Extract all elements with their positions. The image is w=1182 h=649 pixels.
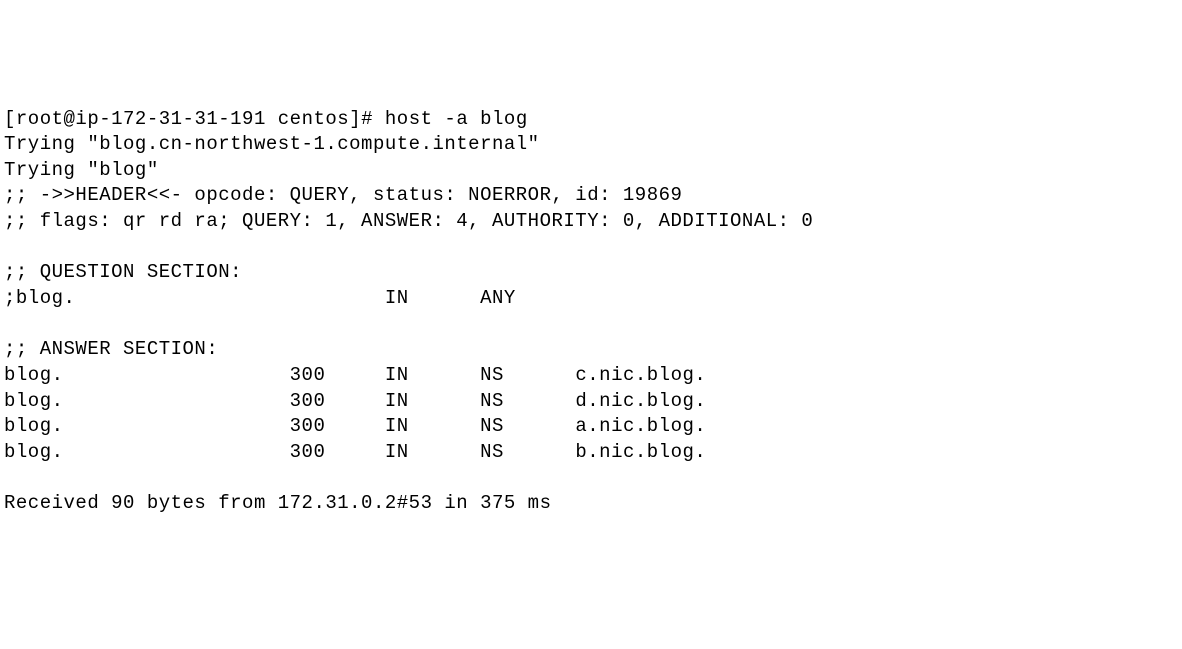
answer-section-header: ;; ANSWER SECTION: [4, 337, 1178, 363]
output-line-trying1: Trying "blog.cn-northwest-1.compute.inte… [4, 132, 1178, 158]
answer-row: blog. 300 IN NS d.nic.blog. [4, 389, 1178, 415]
question-section-header: ;; QUESTION SECTION: [4, 260, 1178, 286]
answer-ttl: 300 [290, 364, 326, 386]
answer-row: blog. 300 IN NS c.nic.blog. [4, 363, 1178, 389]
answer-value: b.nic.blog. [575, 441, 706, 463]
question-line: ;blog. IN ANY [4, 286, 1178, 312]
answer-name: blog. [4, 364, 64, 386]
answer-ttl: 300 [290, 390, 326, 412]
output-line-flags: ;; flags: qr rd ra; QUERY: 1, ANSWER: 4,… [4, 209, 1178, 235]
prompt-prefix: [ [4, 108, 16, 130]
answer-class: IN [385, 441, 409, 463]
prompt-cwd: centos [278, 108, 349, 130]
answer-name: blog. [4, 441, 64, 463]
answer-class: IN [385, 390, 409, 412]
output-line-header: ;; ->>HEADER<<- opcode: QUERY, status: N… [4, 183, 1178, 209]
answer-value: c.nic.blog. [575, 364, 706, 386]
answer-name: blog. [4, 415, 64, 437]
output-line-trying2: Trying "blog" [4, 158, 1178, 184]
answer-row: blog. 300 IN NS b.nic.blog. [4, 440, 1178, 466]
answer-type: NS [480, 364, 504, 386]
terminal-output: [root@ip-172-31-31-191 centos]# host -a … [4, 107, 1178, 517]
prompt-line[interactable]: [root@ip-172-31-31-191 centos]# host -a … [4, 107, 1178, 133]
prompt-host: ip-172-31-31-191 [75, 108, 265, 130]
answer-type: NS [480, 415, 504, 437]
received-line: Received 90 bytes from 172.31.0.2#53 in … [4, 491, 1178, 517]
answer-row: blog. 300 IN NS a.nic.blog. [4, 414, 1178, 440]
answer-value: d.nic.blog. [575, 390, 706, 412]
command-input[interactable]: host -a blog [385, 108, 528, 130]
prompt-symbol: # [361, 108, 373, 130]
answer-ttl: 300 [290, 415, 326, 437]
answer-value: a.nic.blog. [575, 415, 706, 437]
answer-name: blog. [4, 390, 64, 412]
blank-line [4, 235, 1178, 261]
blank-line [4, 312, 1178, 338]
prompt-user: root [16, 108, 64, 130]
answer-type: NS [480, 441, 504, 463]
answer-ttl: 300 [290, 441, 326, 463]
answer-class: IN [385, 364, 409, 386]
blank-line [4, 466, 1178, 492]
answer-type: NS [480, 390, 504, 412]
answer-class: IN [385, 415, 409, 437]
